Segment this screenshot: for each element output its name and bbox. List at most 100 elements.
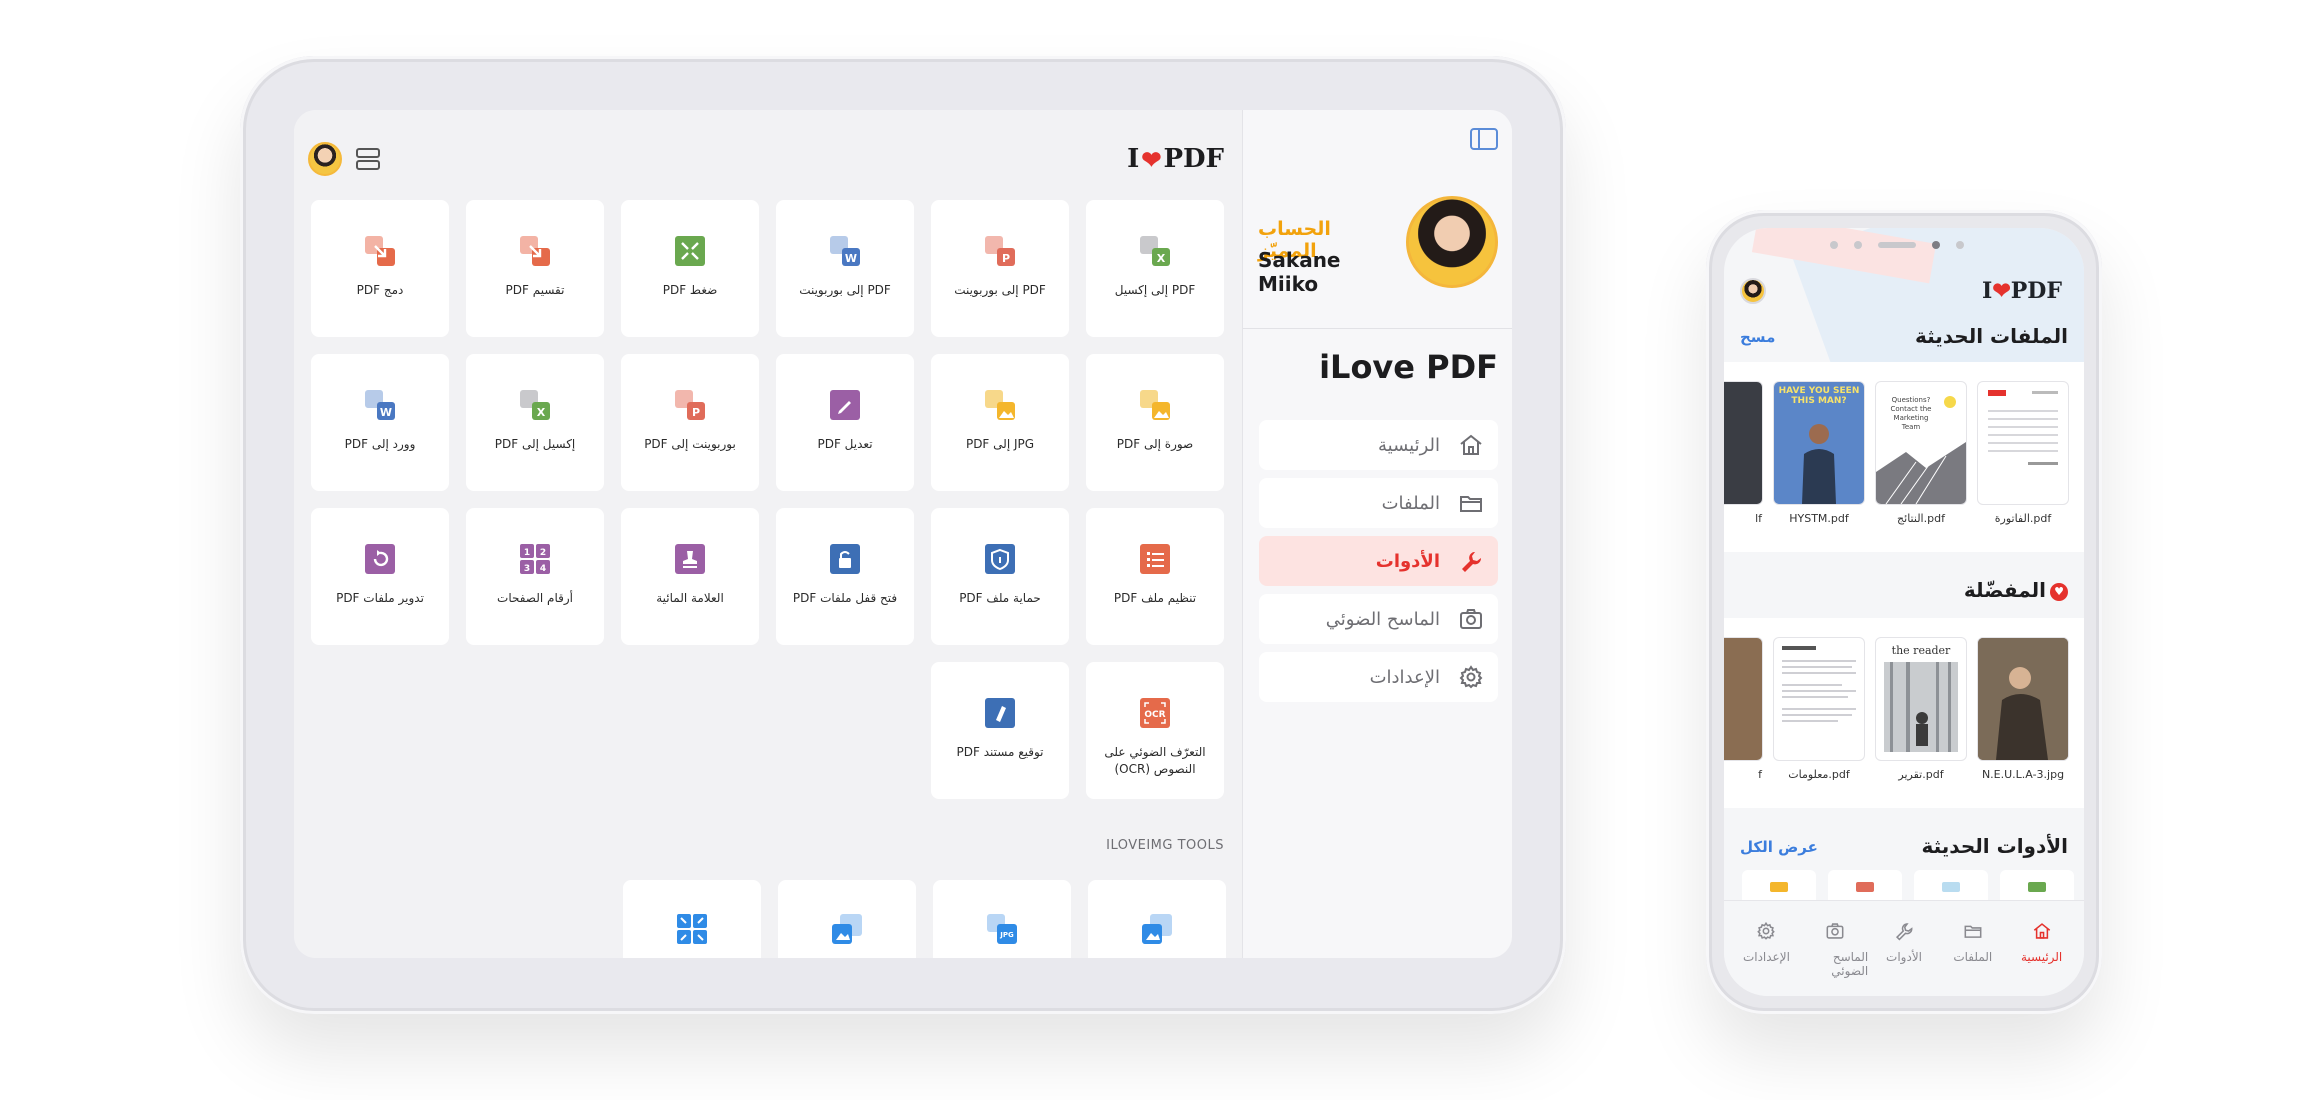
sidebar-item-label: الملفات	[1381, 492, 1440, 514]
tab-home[interactable]: الرئيسية	[2009, 901, 2075, 996]
recent-tool-card[interactable]	[2000, 870, 2074, 900]
logo-text-post: PDF	[2010, 278, 2062, 304]
ilovepdf-logo: I❤PDF	[1982, 278, 2062, 304]
edit-icon	[828, 388, 862, 422]
svg-text:OCR: OCR	[1144, 710, 1165, 720]
tool-tile-shield[interactable]: حماية ملف PDF	[931, 508, 1069, 645]
sidebar-toggle-icon[interactable]	[1470, 128, 1498, 150]
file-card[interactable]: N.E.U.L.A-3.jpg	[1978, 638, 2068, 781]
user-avatar[interactable]	[1740, 278, 1766, 304]
tab-gear[interactable]: الإعدادات	[1733, 901, 1799, 996]
recent-files-title: الملفات الحديثة	[1914, 324, 2068, 348]
file-name: تقرير.pdf	[1898, 768, 1944, 781]
shield-icon	[983, 542, 1017, 576]
tool-tile-rotate[interactable]: تدوير ملفات PDF	[311, 508, 449, 645]
file-thumbnail: Questions? Contact the Marketing Team	[1876, 382, 1966, 504]
unlock-icon	[828, 542, 862, 576]
file-card[interactable]: f	[1724, 638, 1762, 781]
tab-camera[interactable]: الماسح الضوئي	[1802, 901, 1868, 996]
file-card[interactable]: lf	[1724, 382, 1762, 525]
tool-tile-word-to-pdf[interactable]: W وورد إلى PDF	[311, 354, 449, 491]
svg-text:W: W	[380, 406, 392, 419]
file-name: الفاتورة.pdf	[1994, 512, 2052, 525]
tool-tile-merge[interactable]: دمج PDF	[311, 200, 449, 337]
sidebar: الحساب المميّز Sakane Miiko iLove PDF ال…	[1242, 110, 1512, 958]
file-thumbnail: HAVE YOU SEEN THIS MAN?	[1774, 382, 1864, 504]
user-avatar[interactable]	[308, 142, 342, 176]
iloveimg-tool-tile[interactable]	[1088, 880, 1226, 958]
svg-text:1: 1	[524, 548, 530, 558]
image-icon	[1138, 388, 1172, 422]
tab-label: الإعدادات	[1742, 950, 1790, 964]
tool-tile-organize[interactable]: تنظيم ملف PDF	[1086, 508, 1224, 645]
file-card[interactable]: الفاتورة.pdf	[1978, 382, 2068, 525]
ocr-icon: OCR	[1138, 696, 1172, 730]
file-thumbnail	[1978, 638, 2068, 760]
layout-icon[interactable]	[356, 148, 380, 170]
sidebar-item-label: الرئيسية	[1378, 434, 1440, 456]
folder-icon	[1963, 921, 1983, 950]
tool-tile-powerpoint[interactable]: P PDF إلى بوربوينت	[931, 200, 1069, 337]
tool-tile-split[interactable]: تقسيم PDF	[466, 200, 604, 337]
profile-card[interactable]: الحساب المميّز Sakane Miiko	[1258, 196, 1498, 296]
file-card[interactable]: معلومات.pdf	[1774, 638, 1864, 781]
tool-tile-watermark[interactable]: العلامة المائية	[621, 508, 759, 645]
tab-folder[interactable]: الملفات	[1940, 901, 2006, 996]
recent-tool-card[interactable]	[1742, 870, 1816, 900]
sidebar-item-label: الأدوات	[1375, 550, 1440, 572]
tool-label: تدوير ملفات PDF	[336, 591, 424, 605]
tool-tile-unlock[interactable]: فتح قفل ملفات PDF	[776, 508, 914, 645]
sidebar-item-gear[interactable]: الإعدادات	[1259, 652, 1498, 702]
tool-tile-ppt-to-pdf[interactable]: P بوربوينت إلى PDF	[621, 354, 759, 491]
sign-icon	[983, 696, 1017, 730]
logo-text-pre: I	[1982, 278, 1993, 304]
tool-tile-compress[interactable]: ضغط PDF	[621, 200, 759, 337]
tool-tile-ocr[interactable]: OCR التعرّف الضوئي على النصوص (OCR)	[1086, 662, 1224, 799]
iloveimg-tool-tile[interactable]	[778, 880, 916, 958]
file-card[interactable]: HAVE YOU SEEN THIS MAN? HYSTM.pdf	[1774, 382, 1864, 525]
tool-tile-page-numbers[interactable]: 1234 أرقام الصفحات	[466, 508, 604, 645]
tool-tile-jpg[interactable]: JPG إلى PDF	[931, 354, 1069, 491]
compress-icon	[673, 234, 707, 268]
clear-recent-button[interactable]: مسح	[1740, 328, 1775, 346]
tab-wrench[interactable]: الأدوات	[1871, 901, 1937, 996]
sidebar-item-camera[interactable]: الماسح الضوئي	[1259, 594, 1498, 644]
tool-label: PDF إلى بوربوينت	[954, 283, 1046, 297]
view-all-button[interactable]: عرض الكل	[1740, 838, 1818, 856]
sidebar-item-label: الماسح الضوئي	[1325, 608, 1440, 630]
tool-tile-excel[interactable]: X PDF إلى إكسيل	[1086, 200, 1224, 337]
tool-tile-excel-to-pdf[interactable]: X إكسيل إلى PDF	[466, 354, 604, 491]
svg-text:X: X	[1157, 252, 1166, 265]
poster-person	[1802, 424, 1836, 504]
ppt-to-pdf-icon: P	[673, 388, 707, 422]
recent-tool-card[interactable]	[1914, 870, 1988, 900]
favorites-title: المفضّلة ♥	[1964, 578, 2068, 602]
file-card[interactable]: the reader تقرير.pdf	[1876, 638, 1966, 781]
tool-label: JPG إلى PDF	[965, 437, 1035, 451]
iloveimg-tools-heading: ILOVEIMG TOOLS	[1106, 838, 1224, 853]
forest-photo	[1884, 662, 1958, 752]
tool-label: إكسيل إلى PDF	[494, 437, 576, 451]
svg-text:W: W	[845, 252, 857, 265]
tool-label: صورة إلى PDF	[1116, 437, 1194, 451]
tool-label: التعرّف الضوئي على النصوص (OCR)	[1104, 745, 1206, 776]
sidebar-item-home[interactable]: الرئيسية	[1259, 420, 1498, 470]
sidebar-item-wrench[interactable]: الأدوات	[1259, 536, 1498, 586]
sidebar-nav: الرئيسية الملفات الأدوات الماسح الضوئي ا…	[1259, 420, 1498, 710]
tool-tile-image[interactable]: صورة إلى PDF	[1086, 354, 1224, 491]
user-name: Sakane Miiko	[1258, 248, 1341, 296]
tool-grid: X PDF إلى إكسيل P PDF إلى بوربوينت W PDF إ…	[310, 200, 1224, 799]
sidebar-item-folder[interactable]: الملفات	[1259, 478, 1498, 528]
file-card[interactable]: Questions? Contact the Marketing Team ال…	[1876, 382, 1966, 525]
page-numbers-icon: 1234	[518, 542, 552, 576]
tool-tile-word[interactable]: W PDF إلى بوربوينت	[776, 200, 914, 337]
iloveimg-tool-tile[interactable]: JPG	[933, 880, 1071, 958]
recent-tool-card[interactable]	[1828, 870, 1902, 900]
split-icon	[518, 234, 552, 268]
tool-tile-edit[interactable]: تعديل PDF	[776, 354, 914, 491]
tool-tile-sign[interactable]: توقيع مستند PDF	[931, 662, 1069, 799]
file-thumbnail	[1978, 382, 2068, 504]
app-title: iLove PDF	[1319, 348, 1498, 386]
camera-icon	[1825, 921, 1845, 950]
iloveimg-tool-tile[interactable]	[623, 880, 761, 958]
